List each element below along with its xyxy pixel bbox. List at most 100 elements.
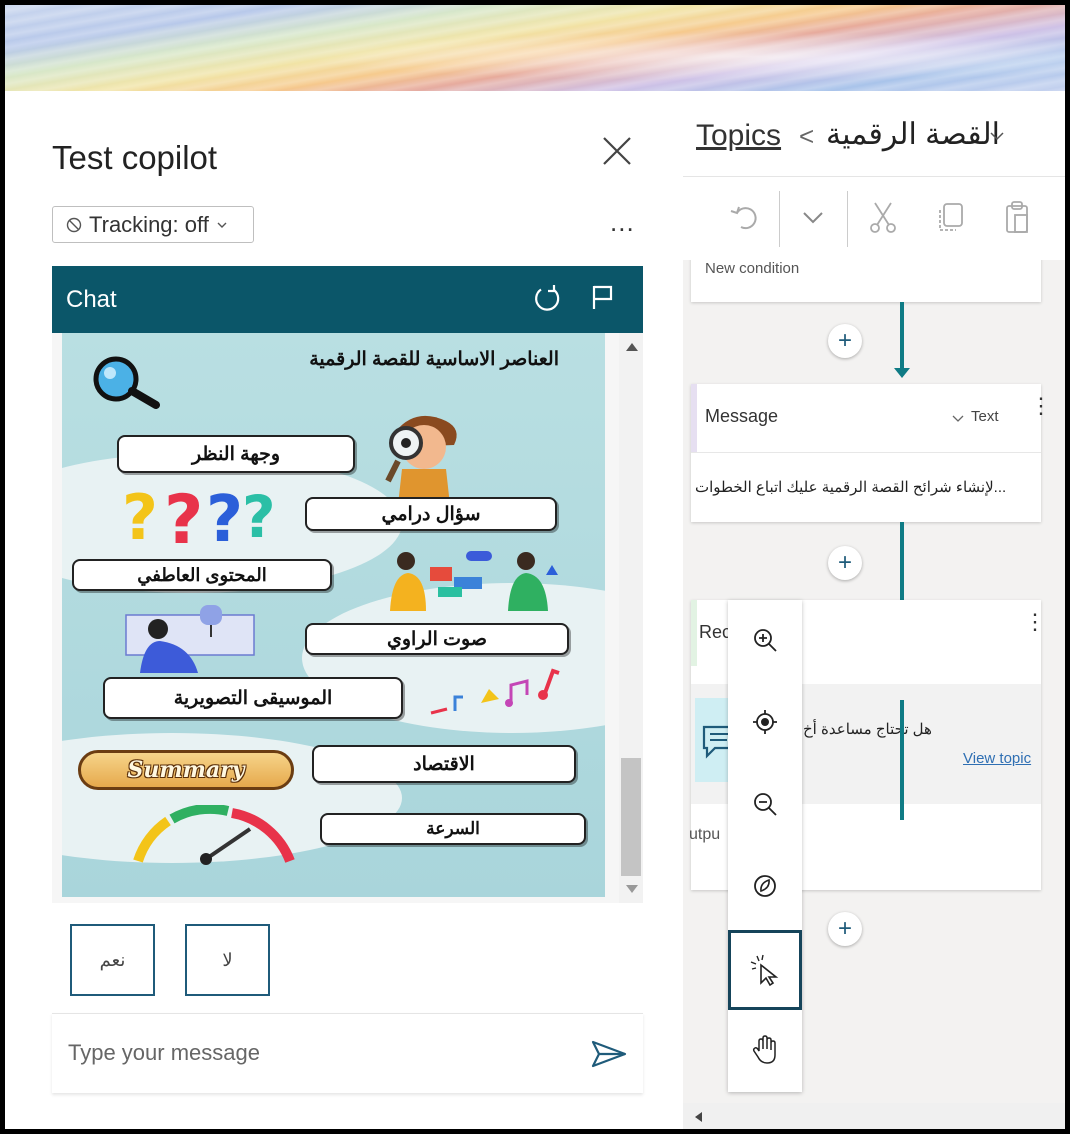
element-dramatic-question: سؤال درامي [305, 497, 557, 531]
chat-header: Chat [52, 266, 643, 333]
view-topic-link[interactable]: View topic [963, 750, 1031, 767]
chevron-down-icon[interactable] [795, 199, 831, 235]
element-emotional-content: المحتوى العاطفي [72, 559, 332, 591]
breadcrumb-topics-link[interactable]: Topics [696, 119, 781, 153]
music-notes-illustration [430, 668, 560, 715]
svg-text:?: ? [206, 483, 243, 549]
zoom-in-icon [754, 629, 777, 652]
people-discussing-illustration [390, 551, 558, 611]
add-node-button[interactable]: + [828, 546, 862, 580]
tracking-toggle-button[interactable]: Tracking: off [52, 206, 254, 243]
canvas-zoom-toolbar [728, 600, 802, 1092]
scroll-down-arrow[interactable] [626, 885, 638, 893]
message-type-dropdown[interactable]: Text [971, 408, 999, 425]
cut-icon[interactable] [865, 199, 901, 235]
scroll-left-arrow[interactable] [695, 1112, 702, 1122]
node-divider [691, 452, 1041, 453]
narrator-microphone-illustration [125, 605, 255, 673]
search-magnifier-icon [93, 356, 160, 409]
message-node[interactable]: Message Text ⋮ ...لإنشاء شرائح القصة الر… [691, 384, 1052, 522]
quick-reply-yes[interactable]: نعم [70, 924, 155, 996]
chat-title: Chat [66, 286, 117, 313]
zoom-in-button[interactable] [745, 620, 785, 660]
element-economy: الاقتصاد [312, 745, 576, 783]
condition-node-label: New condition [705, 260, 800, 277]
quick-reply-no[interactable]: لا [185, 924, 270, 996]
message-node-text: ...لإنشاء شرائح القصة الرقمية عليك اتباع… [695, 479, 1007, 496]
flag-icon[interactable] [588, 282, 618, 312]
canvas-horizontal-scrollbar[interactable] [683, 1103, 1065, 1129]
send-icon[interactable] [590, 1038, 628, 1070]
more-options-button[interactable]: ... [610, 207, 635, 238]
story-elements-infographic: العناصر الاساسية للقصة الرقمية وجهة النظ… [62, 333, 605, 897]
question-prompt-text: هل تحتاج مساعدة أخ [803, 721, 932, 738]
toolbar-divider [847, 191, 848, 247]
breadcrumb-separator: < [799, 121, 815, 151]
element-narrator-voice: صوت الراوي [305, 623, 569, 655]
scroll-thumb[interactable] [621, 758, 641, 876]
chevron-down-icon[interactable] [988, 127, 1006, 145]
flow-connector [900, 522, 904, 600]
node-more-options-button[interactable]: ⋮ [1024, 611, 1046, 633]
chevron-down-icon [217, 222, 227, 228]
condition-node-partial[interactable]: New condition [691, 260, 1041, 302]
close-icon [603, 137, 631, 165]
output-label: utpu [689, 826, 721, 843]
flow-connector [900, 302, 904, 372]
element-pacing: السرعة [320, 813, 586, 845]
chat-scrollbar[interactable] [619, 333, 643, 903]
scroll-up-arrow[interactable] [626, 343, 638, 351]
speedometer-illustration [133, 805, 295, 865]
recenter-icon [753, 710, 777, 734]
quick-replies: نعم لا [52, 903, 643, 1013]
rainbow-banner [5, 5, 1065, 91]
element-point-of-view: وجهة النظر [117, 435, 355, 473]
message-composer [52, 1013, 643, 1093]
select-pointer-icon [750, 954, 779, 987]
breadcrumb: Topics < القصة الرقمية [683, 91, 1065, 176]
pane-title: Test copilot [52, 139, 218, 176]
add-node-button[interactable]: + [828, 912, 862, 946]
app-window: Test copilot Tracking: off ... Chat العن… [5, 5, 1065, 1129]
minimap-icon [754, 875, 776, 897]
copy-icon[interactable] [933, 199, 969, 235]
node-more-options-button[interactable]: ⋮ [1030, 395, 1052, 417]
detective-illustration [385, 415, 457, 505]
svg-text:?: ? [164, 483, 203, 549]
breadcrumb-current-topic: القصة الرقمية [826, 118, 1000, 151]
chat-transcript[interactable]: العناصر الاساسية للقصة الرقمية وجهة النظ… [52, 333, 643, 903]
flow-connector [900, 700, 904, 820]
summary-badge: Summary [78, 750, 294, 790]
zoom-out-icon [754, 793, 777, 816]
question-marks-illustration: ? ? ? ? [122, 483, 276, 549]
chevron-down-icon[interactable] [951, 411, 965, 425]
editor-toolbar [683, 176, 1065, 260]
tracking-off-icon [66, 217, 82, 232]
authoring-canvas[interactable]: New condition + Message Text ⋮ ...لإنشاء… [683, 260, 1065, 1129]
minimap-button[interactable] [745, 866, 785, 906]
recenter-button[interactable] [745, 702, 785, 742]
message-input[interactable] [68, 1036, 558, 1070]
add-node-button[interactable]: + [828, 324, 862, 358]
undo-icon[interactable] [727, 199, 763, 235]
zoom-out-button[interactable] [745, 784, 785, 824]
message-node-header: Message Text ⋮ [691, 384, 1052, 452]
flow-arrowhead [894, 368, 910, 378]
svg-text:?: ? [122, 483, 158, 549]
message-node-title: Message [705, 406, 779, 426]
infographic-title: العناصر الاساسية للقصة الرقمية [309, 349, 559, 370]
pan-hand-icon [752, 1035, 776, 1064]
paste-icon[interactable] [999, 199, 1035, 235]
svg-text:?: ? [242, 483, 276, 549]
pan-mode-button[interactable] [745, 1030, 785, 1070]
node-accent [691, 600, 697, 666]
tracking-label: Tracking: off [89, 211, 209, 237]
close-button[interactable] [597, 131, 637, 171]
element-soundtrack: الموسيقى التصويرية [103, 677, 403, 719]
question-node-title: Rec [699, 622, 732, 642]
refresh-icon[interactable] [530, 282, 564, 316]
select-mode-button[interactable] [728, 930, 802, 1010]
topic-authoring-pane: Topics < القصة الرقمية New condition + M… [683, 91, 1065, 1129]
toolbar-divider [779, 191, 780, 247]
test-copilot-pane: Test copilot Tracking: off ... Chat العن… [5, 91, 683, 1129]
